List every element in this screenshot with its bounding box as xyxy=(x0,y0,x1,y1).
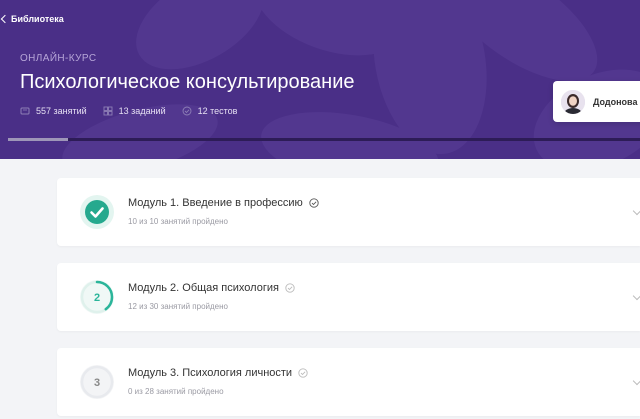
page-title: Психологическое консультирование xyxy=(20,71,355,93)
stat-tests: 12 тестов xyxy=(182,106,237,116)
user-name: Додонова К xyxy=(593,96,640,107)
avatar xyxy=(561,89,585,114)
stat-tasks: 13 заданий xyxy=(103,106,166,116)
module-progress-text: 0 из 28 занятий пройдено xyxy=(128,387,224,396)
module-number: 3 xyxy=(94,377,100,389)
stat-lessons: 557 занятий xyxy=(20,106,87,116)
module-progress-text: 10 из 10 занятий пройдено xyxy=(128,217,228,226)
check-circle-icon xyxy=(285,283,295,293)
module-progress-text: 12 из 30 занятий пройдено xyxy=(128,302,228,311)
completed-check-icon xyxy=(80,195,114,229)
back-label: Библиотека xyxy=(11,14,64,24)
course-header: Библиотека ОНЛАЙН-КУРС Психологическое к… xyxy=(0,0,640,159)
module-card-1[interactable]: Модуль 1. Введение в профессию 10 из 10 … xyxy=(57,178,640,246)
lessons-icon xyxy=(20,107,30,115)
course-progress-fill xyxy=(8,138,69,141)
tests-icon xyxy=(182,106,192,116)
chevron-down-icon[interactable] xyxy=(632,376,640,386)
module-card-2[interactable]: 2 Модуль 2. Общая психология 12 из 30 за… xyxy=(57,263,640,331)
module-card-3[interactable]: 3 Модуль 3. Психология личности 0 из 28 … xyxy=(57,348,640,416)
back-to-library-link[interactable]: Библиотека xyxy=(0,14,64,24)
course-stats: 557 занятий 13 заданий 12 тестов xyxy=(20,106,237,116)
check-circle-icon xyxy=(298,368,308,378)
chevron-down-icon[interactable] xyxy=(632,206,640,216)
tasks-icon xyxy=(103,106,113,116)
module-number: 2 xyxy=(94,292,100,304)
course-progress-bar xyxy=(8,138,640,141)
chevron-down-icon[interactable] xyxy=(632,291,640,301)
user-card[interactable]: Додонова К xyxy=(553,81,640,122)
module-title: Модуль 2. Общая психология xyxy=(128,282,295,294)
module-title: Модуль 1. Введение в профессию xyxy=(128,197,319,209)
module-title: Модуль 3. Психология личности xyxy=(128,367,308,379)
module-progress-ring: 2 xyxy=(80,280,114,314)
check-circle-icon xyxy=(309,198,319,208)
module-progress-ring: 3 xyxy=(80,365,114,399)
course-type-label: ОНЛАЙН-КУРС xyxy=(20,53,97,64)
chevron-left-icon xyxy=(0,14,10,24)
